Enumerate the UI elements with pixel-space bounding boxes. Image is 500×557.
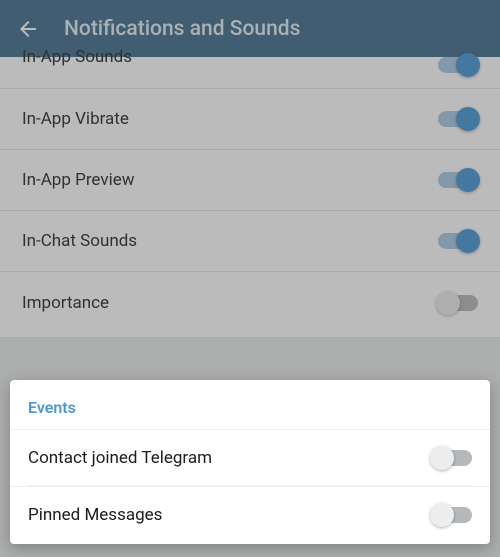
- events-card: Events Contact joined Telegram Pinned Me…: [10, 380, 490, 544]
- setting-label: Pinned Messages: [28, 505, 162, 525]
- setting-row-contact-joined[interactable]: Contact joined Telegram: [10, 429, 490, 485]
- setting-label: Contact joined Telegram: [28, 448, 212, 468]
- setting-row-pinned-messages[interactable]: Pinned Messages: [10, 486, 490, 542]
- toggle-contact-joined[interactable]: [432, 450, 472, 466]
- toggle-knob: [430, 503, 454, 527]
- toggle-knob: [430, 446, 454, 470]
- events-section-title: Events: [10, 380, 490, 429]
- toggle-pinned-messages[interactable]: [432, 507, 472, 523]
